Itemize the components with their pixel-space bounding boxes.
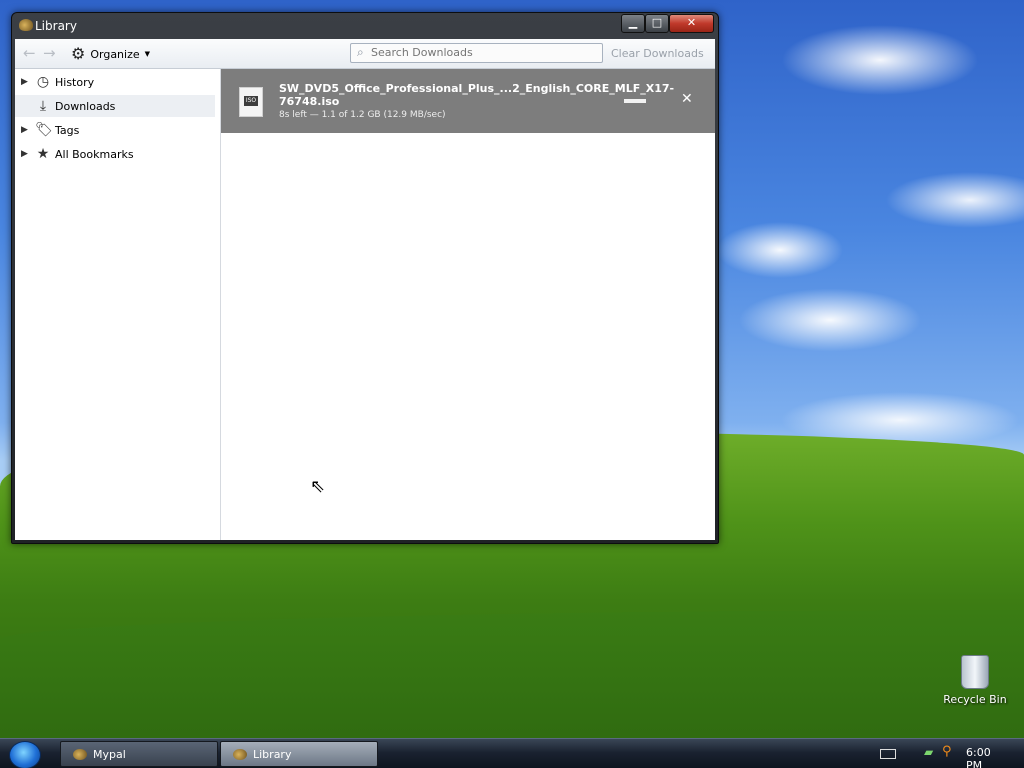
- keyboard-icon[interactable]: [880, 749, 896, 759]
- close-button[interactable]: ✕: [669, 14, 714, 33]
- sidebar-item-label: Downloads: [55, 99, 116, 113]
- start-button[interactable]: [9, 741, 41, 768]
- download-status: 8s left — 1.1 of 1.2 GB (12.9 MB/sec): [279, 110, 446, 120]
- taskbar-item-label: Library: [253, 747, 292, 761]
- cancel-download-icon[interactable]: ✕: [681, 91, 693, 107]
- taskbar-item-mypal[interactable]: Mypal: [60, 741, 218, 767]
- taskbar-item-label: Mypal: [93, 747, 126, 761]
- search-input[interactable]: [371, 45, 596, 60]
- network-icon[interactable]: ▰: [924, 745, 933, 759]
- app-icon: [19, 19, 33, 31]
- recycle-bin[interactable]: Recycle Bin: [940, 655, 1010, 706]
- organize-button[interactable]: ⚙ Organize ▼: [71, 45, 150, 63]
- download-item[interactable]: ISO SW_DVD5_Office_Professional_Plus_...…: [221, 69, 715, 133]
- window-titlebar[interactable]: Library ▁ □ ✕: [12, 13, 718, 39]
- library-window: Library ▁ □ ✕ ← → ⚙ Organize ▼ ⌕ Search …: [11, 12, 719, 544]
- download-progress-bar: [624, 99, 646, 103]
- forward-arrow-icon: →: [43, 44, 56, 62]
- minimize-icon: ▁: [628, 16, 638, 29]
- mouse-cursor-icon: ⇖: [310, 476, 326, 497]
- back-button[interactable]: ←: [23, 45, 39, 61]
- recycle-bin-icon: [961, 655, 989, 689]
- recycle-bin-label: Recycle Bin: [943, 693, 1007, 706]
- library-toolbar: ← → ⚙ Organize ▼ ⌕ Clear Downloads: [15, 39, 715, 69]
- maximize-icon: □: [651, 16, 663, 29]
- sidebar-item-tags[interactable]: ▶ 🏷︎ Tags: [15, 119, 215, 141]
- clock[interactable]: 6:00 PM: [966, 746, 991, 768]
- download-icon: ⤓: [39, 98, 47, 114]
- search-icon: ⌕: [357, 45, 364, 59]
- gear-icon: ⚙: [71, 44, 86, 63]
- downloads-list: ISO SW_DVD5_Office_Professional_Plus_...…: [221, 69, 715, 540]
- search-box[interactable]: ⌕: [350, 43, 603, 63]
- library-sidebar: ▶ ◷ History ⤓ Downloads ▶ 🏷︎ Tags ▶ ★ Al…: [15, 69, 221, 540]
- window-client-area: ← → ⚙ Organize ▼ ⌕ Clear Downloads ▶ ◷ H…: [15, 39, 715, 540]
- sidebar-item-downloads[interactable]: ⤓ Downloads: [15, 95, 215, 117]
- taskbar-item-library[interactable]: Library: [220, 741, 378, 767]
- iso-file-icon: ISO: [239, 87, 263, 117]
- sidebar-item-label: Tags: [55, 123, 80, 137]
- clear-downloads-button[interactable]: Clear Downloads: [611, 47, 704, 60]
- expand-arrow-icon[interactable]: ▶: [21, 77, 31, 87]
- maximize-button[interactable]: □: [645, 14, 669, 33]
- sidebar-item-label: All Bookmarks: [55, 147, 134, 161]
- close-icon: ✕: [686, 16, 697, 29]
- back-arrow-icon: ←: [23, 44, 36, 62]
- search-icon[interactable]: ⚲: [942, 744, 952, 759]
- download-filename: SW_DVD5_Office_Professional_Plus_...2_En…: [279, 82, 675, 108]
- organize-label: Organize: [90, 47, 140, 61]
- sidebar-item-label: History: [55, 75, 95, 89]
- sidebar-item-all-bookmarks[interactable]: ▶ ★ All Bookmarks: [15, 143, 215, 165]
- star-icon: ★: [36, 146, 50, 162]
- forward-button[interactable]: →: [43, 45, 59, 61]
- library-icon: [233, 748, 247, 760]
- tag-icon: 🏷︎: [35, 122, 53, 138]
- mypal-icon: [73, 748, 87, 760]
- window-title: Library: [35, 19, 77, 33]
- sidebar-item-history[interactable]: ▶ ◷ History: [15, 71, 215, 93]
- clock-icon: ◷: [36, 74, 50, 90]
- expand-arrow-icon[interactable]: ▶: [21, 149, 31, 159]
- hill-foreground-shape: [0, 610, 1024, 750]
- expand-arrow-icon[interactable]: ▶: [21, 125, 31, 135]
- chevron-down-icon: ▼: [144, 50, 151, 58]
- taskbar: Mypal Library ▰ ⚲ 6:00 PM: [0, 738, 1024, 768]
- minimize-button[interactable]: ▁: [621, 14, 645, 33]
